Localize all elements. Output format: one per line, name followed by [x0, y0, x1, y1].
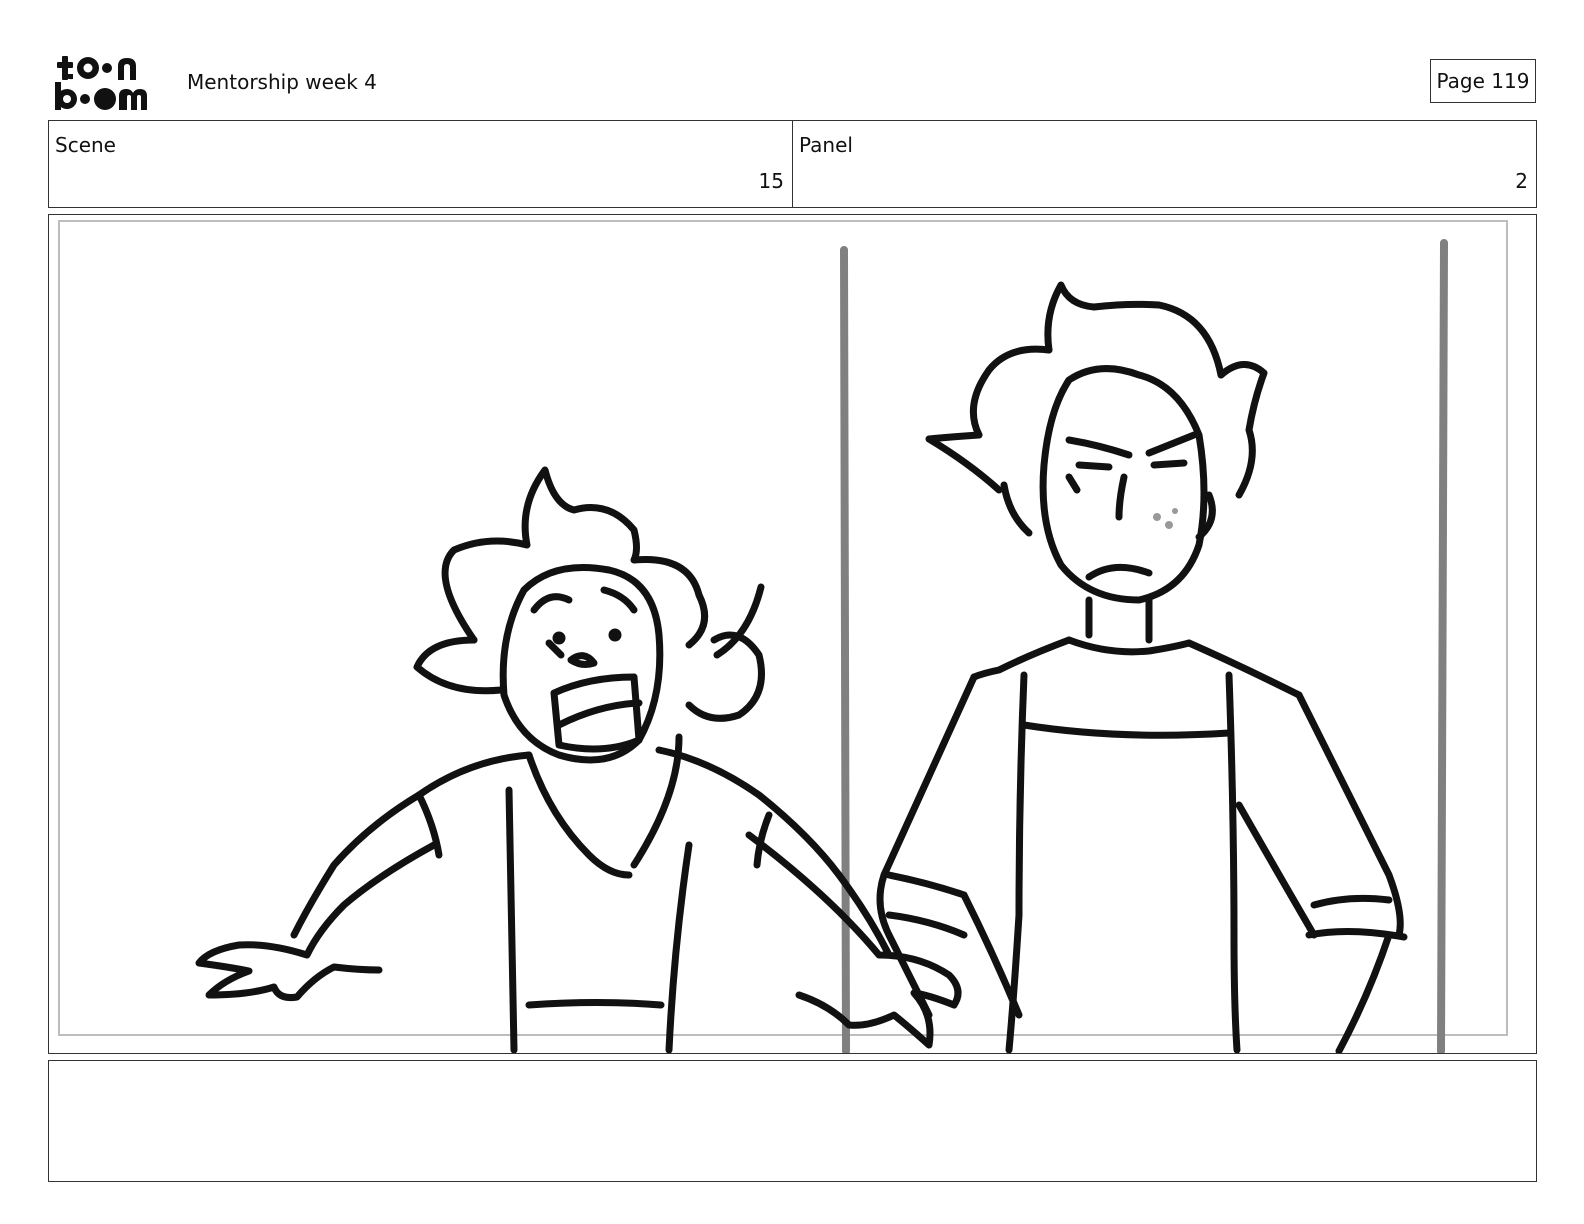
- storyboard-sketch: [58, 220, 1508, 1053]
- notes-box[interactable]: [48, 1060, 1537, 1182]
- info-row: Scene 15 Panel 2: [48, 120, 1537, 208]
- toon-boom-logo: [55, 56, 147, 110]
- logo-bottom-row: [55, 82, 147, 110]
- storyboard-panel: [48, 214, 1537, 1054]
- project-title: Mentorship week 4: [187, 70, 377, 94]
- character-right: [876, 281, 1408, 1053]
- panel-label: Panel: [799, 133, 853, 157]
- logo-top-row: [57, 56, 136, 80]
- scene-label: Scene: [55, 133, 116, 157]
- panel-cell: Panel 2: [792, 121, 1536, 207]
- scene-number: 15: [758, 169, 784, 193]
- panel-number: 2: [1515, 169, 1528, 193]
- page-number: Page 119: [1430, 59, 1536, 103]
- scene-cell: Scene 15: [49, 121, 792, 207]
- camera-frame: [58, 220, 1508, 1036]
